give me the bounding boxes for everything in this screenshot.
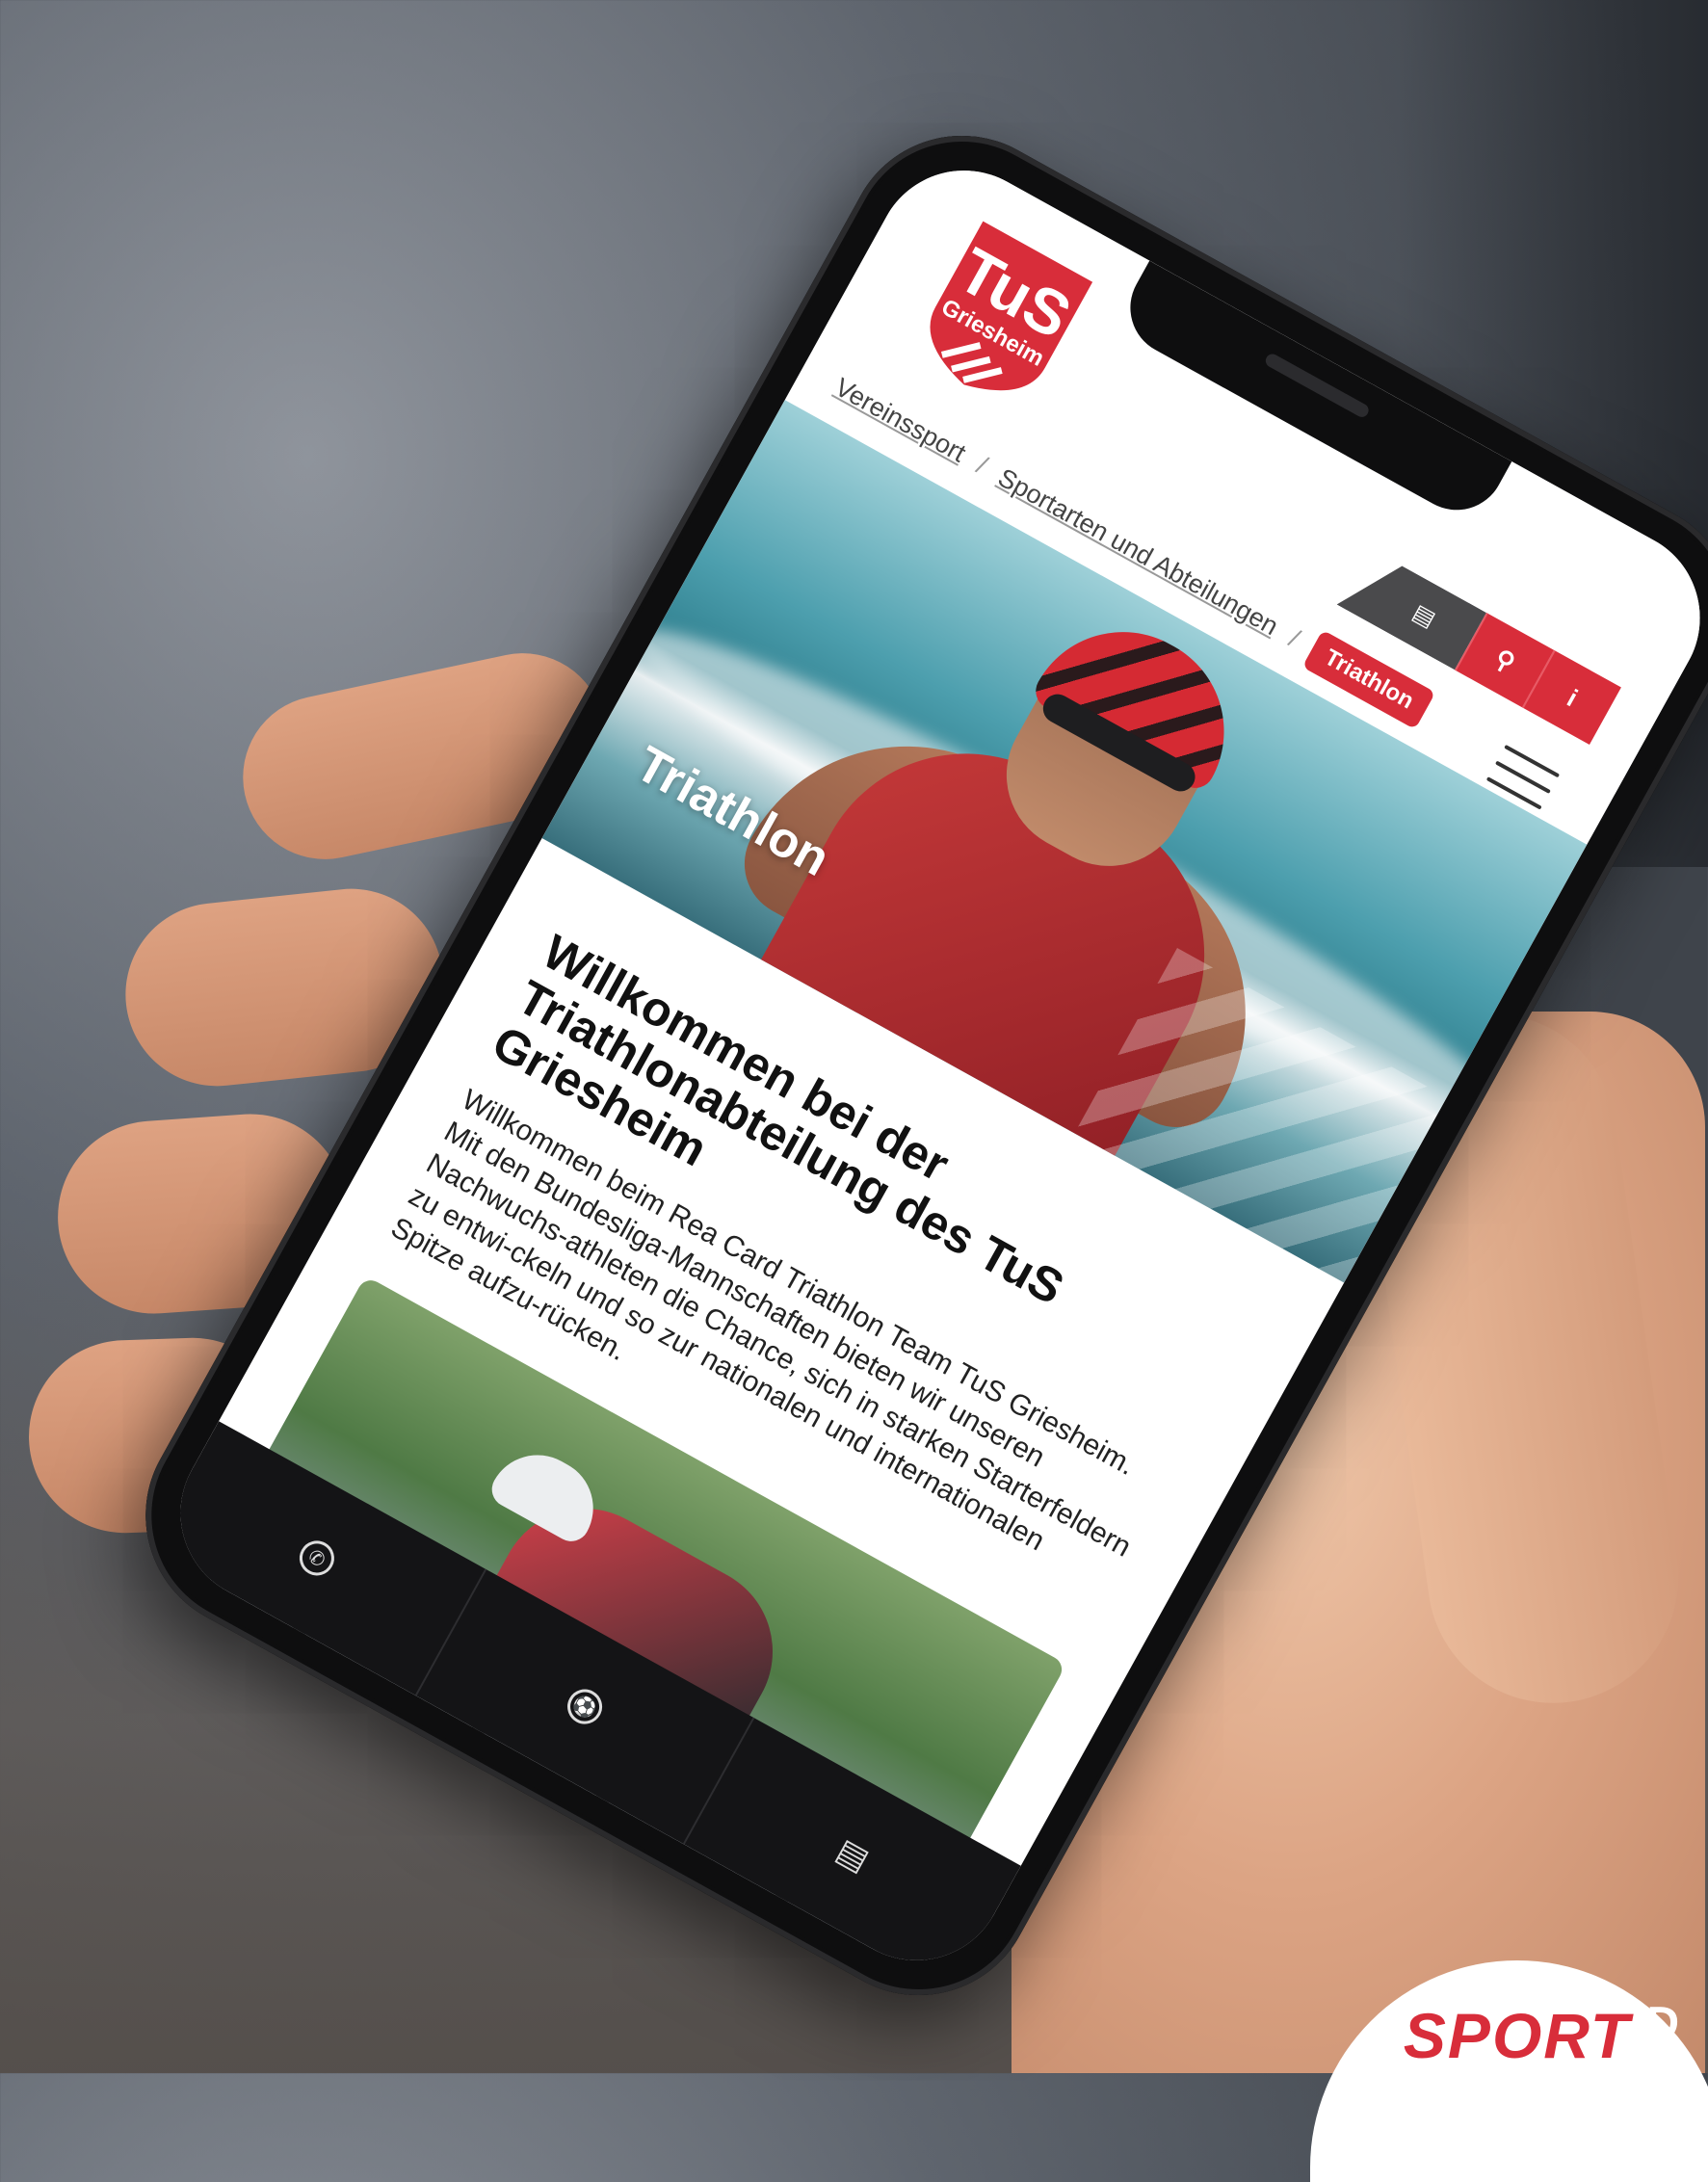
phone-icon: ✆	[293, 1534, 341, 1582]
soccer-ball-icon: ⚽	[561, 1683, 609, 1731]
tus-griesheim-logo[interactable]: TuS Griesheim	[899, 210, 1105, 423]
newspaper-icon: ▤	[1407, 598, 1440, 633]
badge-side-letter: D	[1642, 1997, 1679, 2053]
speaker-grille	[1263, 351, 1372, 420]
breadcrumb-separator: /	[972, 450, 993, 480]
sport-badge-text: SPORT	[1403, 2000, 1632, 2071]
info-icon: i	[1563, 683, 1583, 712]
breadcrumb-separator: /	[1284, 623, 1305, 653]
search-icon: ⚲	[1489, 643, 1521, 677]
logo-shield-icon: TuS Griesheim	[930, 221, 1093, 391]
id-card-icon: ▤	[829, 1831, 876, 1880]
